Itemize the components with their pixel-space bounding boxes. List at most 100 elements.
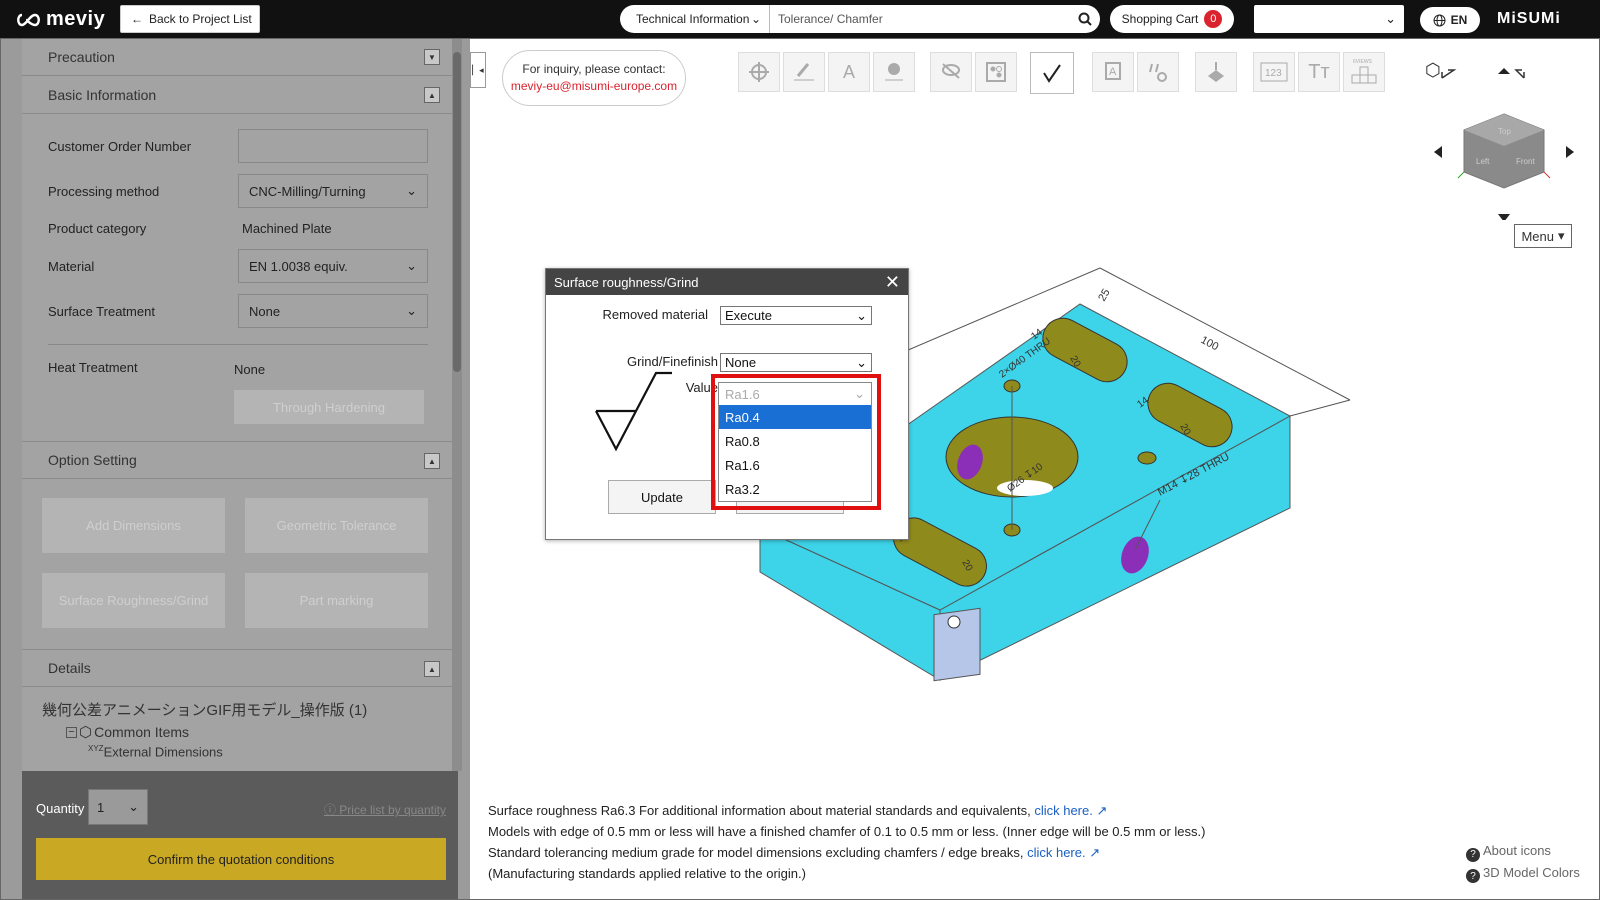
chevron-up-icon[interactable]: ▲: [424, 87, 440, 103]
processing-method-value: CNC-Milling/Turning: [249, 183, 366, 199]
globe-icon: [1433, 14, 1446, 26]
sidebar-content: Precaution ▼ Basic Information ▲ Custome…: [22, 38, 458, 771]
dialog-title: Surface roughness/Grind: [554, 274, 699, 290]
arrow-down-icon[interactable]: [1498, 214, 1510, 222]
roughness-icon[interactable]: [1030, 52, 1074, 94]
rotate-right-icon[interactable]: [1514, 69, 1525, 79]
grind-finefinish-select[interactable]: None ⌄: [720, 353, 872, 372]
price-list-link[interactable]: ⓘ Price list by quantity: [324, 801, 446, 818]
geometric-tolerance-button[interactable]: Geometric Tolerance: [245, 498, 428, 553]
note-line-2: Models with edge of 0.5 mm or less will …: [488, 824, 1206, 839]
section-details[interactable]: Details ▲: [22, 649, 458, 687]
svg-text:123: 123: [1265, 68, 1282, 79]
model-colors-link[interactable]: ? 3D Model Colors: [1466, 862, 1580, 883]
arrow-left-icon[interactable]: [1434, 146, 1442, 158]
chevron-down-icon: ⌄: [856, 354, 867, 370]
tolerancing-standards-link[interactable]: click here.: [1027, 845, 1086, 860]
help-icon: ?: [1466, 847, 1480, 862]
notes-panel: Surface roughness Ra6.3 For additional i…: [488, 800, 1205, 884]
add-dimensions-button[interactable]: Add Dimensions: [42, 498, 225, 553]
removed-material-label: Removed material: [602, 307, 709, 322]
material-standards-link[interactable]: click here.: [1034, 803, 1093, 818]
update-button[interactable]: Update: [608, 480, 716, 514]
cube-top-face[interactable]: Top: [1498, 127, 1511, 136]
weld-icon[interactable]: [1195, 52, 1237, 92]
grind-finefinish-label: Grind/Finefinish: [626, 354, 718, 369]
arrow-right-icon[interactable]: [1566, 146, 1574, 158]
surface-treatment-value: None: [249, 303, 281, 319]
language-button[interactable]: EN: [1420, 7, 1480, 33]
annotation-icon[interactable]: A: [1092, 52, 1134, 92]
meviy-logo[interactable]: meviy: [16, 8, 105, 31]
view-cube[interactable]: Top Left Front ⬡: [1420, 60, 1580, 222]
surface-treatment-select[interactable]: None ⌄: [238, 294, 428, 328]
dialog-title-bar[interactable]: Surface roughness/Grind ✕: [546, 269, 908, 295]
back-to-project-list-button[interactable]: ← Back to Project List: [120, 5, 260, 33]
chevron-up-icon[interactable]: ▲: [424, 453, 440, 469]
cart-count-badge: 0: [1204, 10, 1223, 28]
external-link-icon[interactable]: ↗: [1096, 803, 1107, 818]
shopping-cart-button[interactable]: Shopping Cart 0: [1110, 5, 1234, 33]
text-a-icon[interactable]: A: [828, 52, 870, 92]
inquiry-email-link[interactable]: meviy-eu@misumi-europe.com: [503, 78, 685, 95]
customer-order-input[interactable]: [238, 129, 428, 163]
chevron-down-icon: ⌄: [406, 183, 417, 198]
through-hardening-button[interactable]: Through Hardening: [234, 390, 424, 424]
model-name[interactable]: 幾何公差アニメーションGIF用モデル_操作版 (1): [42, 699, 367, 720]
origin-icon: [947, 615, 961, 629]
close-icon[interactable]: ✕: [885, 272, 900, 293]
search-input[interactable]: [770, 7, 1070, 31]
views-icon[interactable]: 6VIEWS: [1343, 52, 1385, 92]
material-select[interactable]: EN 1.0038 equiv. ⌄: [238, 249, 428, 283]
tolerance-icon[interactable]: [1137, 52, 1179, 92]
heat-treatment-value: None: [234, 362, 266, 377]
misumi-logo: MiSUMi: [1497, 10, 1561, 27]
external-link-icon[interactable]: ↗: [1089, 845, 1100, 860]
box-view-icon[interactable]: ⬡: [1425, 60, 1441, 81]
about-icons-link[interactable]: ? About icons: [1466, 840, 1580, 862]
removed-material-select[interactable]: Execute ⌄: [720, 306, 872, 325]
highlight-box: [711, 374, 881, 510]
pattern-icon[interactable]: [975, 52, 1017, 92]
section-title: Basic Information: [48, 86, 157, 103]
search-category-select[interactable]: Technical Information ⌄: [620, 5, 770, 33]
hole-icon[interactable]: [873, 52, 915, 92]
inquiry-text: For inquiry, please contact:: [522, 62, 666, 76]
xyz-icon: XYZ: [88, 744, 104, 753]
chevron-down-icon: ⌄: [856, 307, 867, 323]
note-line-3: Standard tolerancing medium grade for mo…: [488, 845, 1101, 860]
quantity-select[interactable]: 1 ⌄: [88, 789, 148, 825]
pencil-icon[interactable]: [783, 52, 825, 92]
search-icon[interactable]: [1070, 12, 1100, 26]
tree-item-common-items[interactable]: − ⬡ Common Items: [66, 723, 189, 741]
quantity-label: Quantity: [36, 801, 85, 816]
hide-icon[interactable]: [930, 52, 972, 92]
account-select[interactable]: ⌄: [1254, 5, 1404, 33]
numbering-icon[interactable]: 123: [1253, 52, 1295, 92]
product-category-value: Machined Plate: [242, 221, 332, 236]
panel-toggle-button[interactable]: ▏◂: [470, 52, 486, 88]
help-links: ? About icons ? 3D Model Colors: [1466, 840, 1580, 883]
part-marking-button[interactable]: Part marking: [245, 573, 428, 628]
section-option-setting[interactable]: Option Setting ▲: [22, 441, 458, 479]
logo-text: meviy: [46, 8, 106, 30]
surface-roughness-button[interactable]: Surface Roughness/Grind: [42, 573, 225, 628]
cube-left-face[interactable]: Left: [1476, 157, 1490, 166]
section-basic-information[interactable]: Basic Information ▲: [22, 76, 458, 114]
rotate-left-icon[interactable]: [1441, 69, 1457, 79]
section-precaution[interactable]: Precaution ▼: [22, 38, 458, 76]
customer-order-label: Customer Order Number: [48, 139, 192, 154]
cube-front-face[interactable]: Front: [1516, 157, 1535, 166]
sidebar-scroll-thumb[interactable]: [453, 52, 461, 372]
chevron-up-icon[interactable]: ▲: [424, 661, 440, 677]
arrow-up-icon[interactable]: [1498, 68, 1510, 74]
confirm-quotation-button[interactable]: Confirm the quotation conditions: [36, 838, 446, 880]
chevron-down-icon: ⌄: [128, 799, 139, 814]
chevron-down-icon[interactable]: ▼: [424, 49, 440, 65]
processing-method-select[interactable]: CNC-Milling/Turning ⌄: [238, 174, 428, 208]
collapse-minus-icon[interactable]: −: [66, 726, 77, 738]
viewer-menu-button[interactable]: Menu ▾: [1514, 224, 1572, 248]
target-icon[interactable]: [738, 52, 780, 92]
tree-item-external-dimensions[interactable]: XYZExternal Dimensions: [88, 744, 223, 759]
font-size-icon[interactable]: Tт: [1298, 52, 1340, 92]
